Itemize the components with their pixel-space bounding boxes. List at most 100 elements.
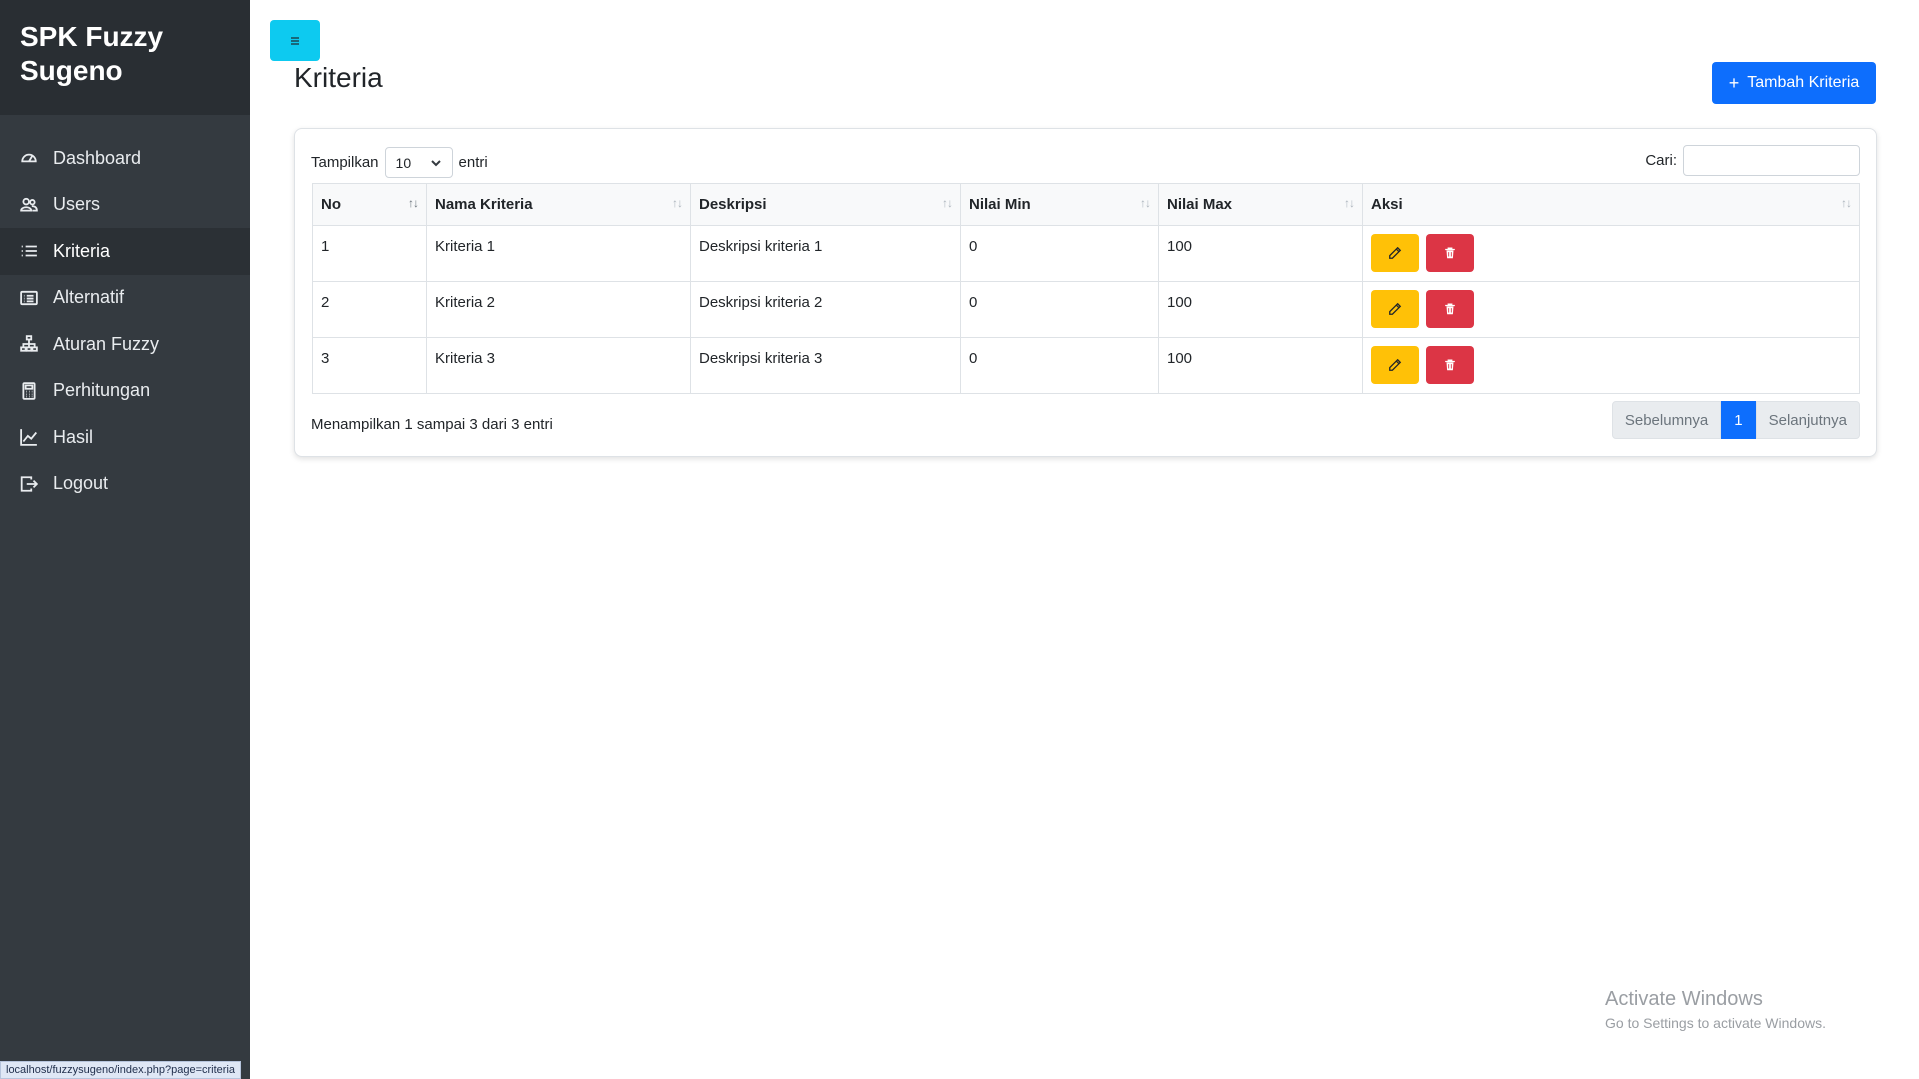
kriteria-card: Tampilkan 10 entri Cari: No ↑↓ Nama Krite… [294, 128, 1877, 457]
sidebar-nav: Dashboard Users Kriteria Alternatif Atur… [0, 115, 250, 507]
sidebar-item-label: Kriteria [53, 240, 111, 261]
sidebar-item-alternatif[interactable]: Alternatif [0, 275, 250, 322]
sidebar: SPK Fuzzy Sugeno Dashboard Users Kriteri… [0, 0, 250, 1079]
plus-icon: + [1728, 73, 1740, 93]
page-title: Kriteria [294, 62, 383, 93]
sort-icon: ↑↓ [1344, 196, 1355, 210]
pencil-icon [1389, 246, 1402, 259]
column-header-aksi[interactable]: Aksi ↑↓ [1362, 183, 1860, 226]
sidebar-item-logout[interactable]: Logout [0, 461, 250, 508]
cell-nilai-min: 0 [960, 281, 1159, 338]
cell-nama: Kriteria 1 [426, 225, 691, 282]
cell-deskripsi: Deskripsi kriteria 3 [690, 337, 961, 394]
windows-activation-watermark: Activate Windows Go to Settings to activ… [1605, 988, 1826, 1031]
column-header-deskripsi[interactable]: Deskripsi ↑↓ [690, 183, 961, 226]
cell-aksi [1362, 337, 1860, 394]
cell-nama: Kriteria 2 [426, 281, 691, 338]
pencil-icon [1389, 302, 1402, 315]
sidebar-brand[interactable]: SPK Fuzzy Sugeno [0, 0, 250, 115]
delete-button[interactable] [1426, 346, 1475, 384]
column-header-nilai-min[interactable]: Nilai Min ↑↓ [960, 183, 1159, 226]
edit-button[interactable] [1371, 346, 1419, 384]
kriteria-table: No ↑↓ Nama Kriteria ↑↓ Deskripsi ↑↓ Nilai M… [312, 183, 1860, 394]
cell-nilai-max: 100 [1158, 225, 1363, 282]
sidebar-item-kriteria[interactable]: Kriteria [0, 228, 250, 275]
sort-icon: ↑↓ [1841, 196, 1852, 210]
sort-icon: ↑↓ [672, 196, 683, 210]
cell-nilai-max: 100 [1158, 337, 1363, 394]
trash-icon [1445, 303, 1455, 315]
column-header-nilai-max[interactable]: Nilai Max ↑↓ [1158, 183, 1363, 226]
sidebar-item-label: Logout [53, 473, 109, 494]
length-label-after: entri [458, 154, 488, 171]
length-control: Tampilkan 10 entri [311, 147, 488, 178]
speedometer-icon [20, 149, 38, 167]
cell-aksi [1362, 225, 1860, 282]
table-info: Menampilkan 1 sampai 3 dari 3 entri [311, 416, 553, 433]
people-icon [20, 196, 38, 214]
edit-button[interactable] [1371, 234, 1419, 272]
pagination-prev[interactable]: Sebelumnya [1611, 401, 1722, 439]
cell-no: 1 [312, 225, 427, 282]
sidebar-item-users[interactable]: Users [0, 182, 250, 229]
sidebar-item-hasil[interactable]: Hasil [0, 414, 250, 461]
delete-button[interactable] [1426, 290, 1475, 328]
cell-nilai-max: 100 [1158, 281, 1363, 338]
chevron-down-icon [430, 159, 441, 166]
length-select[interactable]: 10 [384, 147, 453, 178]
search-input[interactable] [1683, 145, 1860, 176]
box-arrow-right-icon [20, 475, 38, 493]
cell-nama: Kriteria 3 [426, 337, 691, 394]
cell-no: 2 [312, 281, 427, 338]
diagram-icon [20, 335, 38, 353]
hamburger-icon [291, 36, 299, 45]
cell-deskripsi: Deskripsi kriteria 1 [690, 225, 961, 282]
column-header-label: Nama Kriteria [435, 196, 533, 213]
sidebar-item-label: Aturan Fuzzy [53, 333, 160, 354]
trash-icon [1445, 359, 1455, 371]
sidebar-item-label: Perhitungan [53, 380, 151, 401]
column-header-no[interactable]: No ↑↓ [312, 183, 427, 226]
sidebar-item-aturan-fuzzy[interactable]: Aturan Fuzzy [0, 321, 250, 368]
graph-up-icon [20, 428, 38, 447]
table-header-row: No ↑↓ Nama Kriteria ↑↓ Deskripsi ↑↓ Nilai M… [312, 183, 1860, 226]
delete-button[interactable] [1426, 234, 1475, 272]
add-kriteria-label: Tambah Kriteria [1747, 74, 1860, 91]
pagination-page-current[interactable]: 1 [1721, 401, 1756, 439]
cell-no: 3 [312, 337, 427, 394]
pagination-next[interactable]: Selanjutnya [1755, 401, 1860, 439]
search-control: Cari: [1645, 145, 1860, 176]
table-row: 1 Kriteria 1 Deskripsi kriteria 1 0 100 [312, 225, 1860, 282]
trash-icon [1445, 247, 1455, 259]
sidebar-item-label: Dashboard [53, 147, 142, 168]
pencil-icon [1389, 358, 1402, 371]
browser-status-url: localhost/fuzzysugeno/index.php?page=cri… [0, 1061, 242, 1079]
card-list-icon [20, 289, 38, 307]
watermark-subtitle: Go to Settings to activate Windows. [1605, 1015, 1826, 1031]
sort-icon: ↑↓ [1140, 196, 1151, 210]
cell-deskripsi: Deskripsi kriteria 2 [690, 281, 961, 338]
sidebar-item-label: Alternatif [53, 287, 125, 308]
cell-aksi [1362, 281, 1860, 338]
column-header-label: Aksi [1371, 196, 1403, 213]
calculator-icon [20, 381, 38, 400]
list-icon [20, 242, 38, 260]
sort-icon: ↑↓ [408, 196, 419, 210]
column-header-nama[interactable]: Nama Kriteria ↑↓ [426, 183, 691, 226]
column-header-label: Nilai Min [969, 196, 1031, 213]
sidebar-toggle-button[interactable] [270, 20, 320, 61]
sort-icon: ↑↓ [942, 196, 953, 210]
search-label: Cari: [1645, 152, 1677, 169]
length-label-before: Tampilkan [311, 154, 379, 171]
column-header-label: No [321, 196, 341, 213]
add-kriteria-button[interactable]: + Tambah Kriteria [1712, 62, 1876, 104]
sidebar-item-label: Hasil [53, 426, 94, 447]
column-header-label: Nilai Max [1167, 196, 1233, 213]
sidebar-item-perhitungan[interactable]: Perhitungan [0, 368, 250, 415]
edit-button[interactable] [1371, 290, 1419, 328]
column-header-label: Deskripsi [699, 196, 767, 213]
pagination: Sebelumnya 1 Selanjutnya [1611, 401, 1860, 439]
cell-nilai-min: 0 [960, 337, 1159, 394]
table-row: 2 Kriteria 2 Deskripsi kriteria 2 0 100 [312, 281, 1860, 338]
sidebar-item-dashboard[interactable]: Dashboard [0, 135, 250, 182]
